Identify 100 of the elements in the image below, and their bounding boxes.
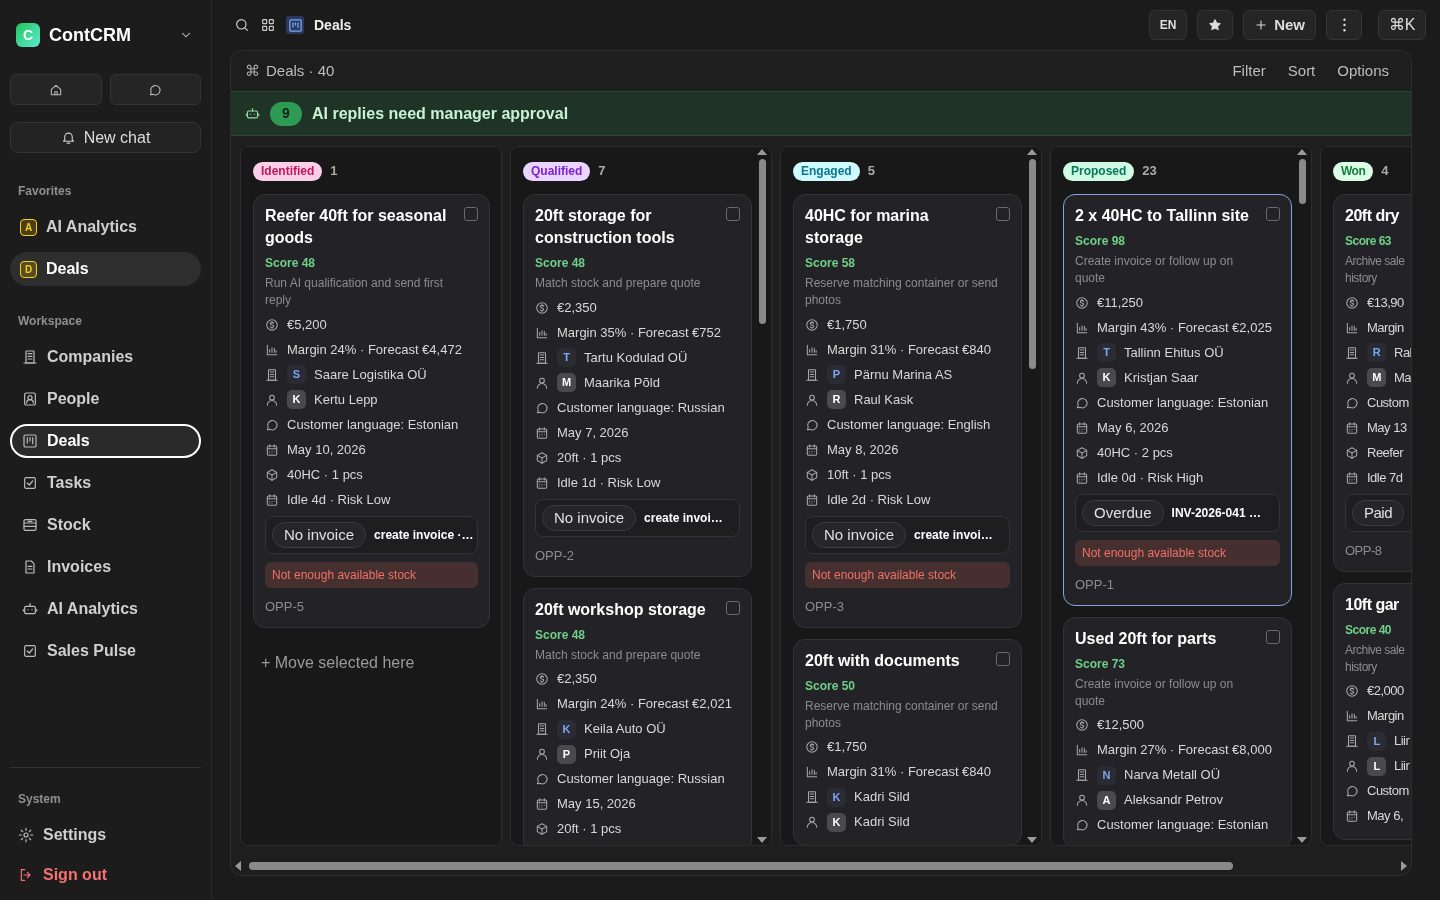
- toolbar-button[interactable]: Filter: [1232, 59, 1266, 83]
- coin-icon: [535, 672, 549, 686]
- calendar-icon: [265, 492, 279, 507]
- checkbox[interactable]: [464, 207, 478, 221]
- score-text: Score 98: [1075, 233, 1127, 250]
- command-button[interactable]: ⌘K: [1378, 10, 1426, 40]
- count-text: 4: [1381, 162, 1388, 181]
- coin-icon: [1345, 684, 1359, 698]
- stock-alert: Not enough available stock: [805, 562, 1010, 588]
- app-name: ContCRM: [49, 23, 132, 47]
- toolbar-button[interactable]: Sort: [1287, 59, 1316, 83]
- nav-item[interactable]: D Deals: [10, 252, 201, 286]
- amount-text: €5,200: [287, 315, 327, 334]
- contact-name: Aleksandr Petrov: [1124, 791, 1223, 810]
- sign-out-link[interactable]: Sign out: [10, 860, 201, 890]
- plus-icon: [1254, 18, 1269, 32]
- units-text: 40HC · 1 pcs: [287, 465, 363, 484]
- checkbox[interactable]: [1266, 207, 1280, 221]
- nav-item[interactable]: AI Analytics: [10, 592, 201, 626]
- toolbar-button[interactable]: Options: [1337, 59, 1389, 83]
- deal-card[interactable]: 20ft dry Score 63 Archive sale history €13,90 Margin R Ral M Ma Custom May 13 Reefer Idle 7d Paid OPP-8: [1333, 194, 1411, 572]
- calendar-icon: [1345, 809, 1359, 823]
- nav-item[interactable]: Deals: [10, 424, 201, 458]
- move-selected-link[interactable]: + Move selected here: [253, 650, 490, 675]
- bell-icon: [60, 130, 76, 145]
- bar-chart-icon: [1345, 709, 1359, 723]
- count-text: 7: [598, 162, 606, 181]
- language-text: Customer language: Russian: [557, 770, 725, 789]
- nav-item[interactable]: Sales Pulse: [10, 634, 201, 668]
- nav-item[interactable]: People: [10, 382, 201, 416]
- invoice-note: create invoice ·…: [374, 527, 474, 544]
- deal-card[interactable]: [253, 194, 490, 628]
- nav-item[interactable]: Stock: [10, 508, 201, 542]
- building-icon: [1075, 768, 1089, 782]
- cube-icon: [805, 467, 819, 482]
- checkbox[interactable]: [726, 207, 740, 221]
- initial-avatar: P: [827, 365, 846, 384]
- count-text: 23: [1142, 162, 1157, 181]
- grid-icon[interactable]: [260, 17, 276, 33]
- calendar-icon: [805, 442, 819, 457]
- initial-avatar: S: [287, 365, 306, 384]
- bar-chart-icon: [535, 325, 549, 340]
- chat-icon: [805, 417, 819, 432]
- stage-badge: Proposed: [1063, 161, 1135, 181]
- margin-text: Margin 31% · Forecast €840: [827, 763, 992, 782]
- archive-icon: [22, 517, 38, 533]
- nav-item[interactable]: A AI Analytics: [10, 210, 201, 244]
- language-text: Customer language: Estonian: [1097, 393, 1269, 412]
- deal-card[interactable]: [523, 194, 752, 577]
- building-icon: [535, 722, 549, 736]
- language-button[interactable]: EN: [1149, 10, 1188, 40]
- checkbox[interactable]: [996, 651, 1010, 666]
- company-name: Kadri Sild: [854, 788, 910, 807]
- margin-text: Margin 24% · Forecast €4,472: [287, 340, 462, 359]
- search-icon[interactable]: [234, 17, 250, 33]
- initial-avatar: L: [1367, 756, 1386, 776]
- checkbox[interactable]: [1266, 629, 1280, 644]
- deal-card[interactable]: 10ft gar Score 40 Archive sale history €2,000 Margin L Liir L Liir Custom May 6,: [1333, 582, 1411, 840]
- deal-card[interactable]: Used 20ft for parts Score 73 Create invoice or follow up on quote €12,500 Margin 27% · Forecast €8,000 N Narva Metall OÜ A Aleksandr Petrov Customer language: Estonian: [1063, 616, 1292, 845]
- company-name: Tallinn Ehitus OÜ: [1124, 343, 1224, 362]
- user-icon: [1075, 793, 1089, 807]
- initial-avatar: T: [1097, 343, 1116, 362]
- checkbox[interactable]: [996, 207, 1010, 221]
- bar-chart-icon: [1075, 743, 1089, 757]
- contact-name: Maarika Põld: [584, 373, 660, 392]
- contact-name: Kertu Lepp: [314, 390, 378, 409]
- nav-item[interactable]: Companies: [10, 340, 201, 374]
- contact-name: Priit Oja: [584, 745, 631, 764]
- date-text: May 6,: [1367, 807, 1403, 826]
- deal-card[interactable]: 20ft with documents Score 50 Reserve matching container or send photos €1,750 Margin 31% · Forecast €840 K Kadri Sild K Kadri Sild: [793, 638, 1022, 845]
- score-text: Score 50: [805, 677, 857, 695]
- coin-icon: [805, 740, 819, 754]
- language-text: Custom: [1367, 782, 1409, 801]
- initial-avatar: N: [1097, 765, 1116, 785]
- bar-chart-icon: [1075, 320, 1089, 335]
- calendar-icon: [805, 492, 819, 507]
- favorite-button[interactable]: [1197, 10, 1234, 40]
- invoice-status: No invoice: [542, 505, 637, 531]
- margin-text: Margin: [1367, 318, 1404, 337]
- new-button[interactable]: New: [1243, 10, 1316, 40]
- nav-item[interactable]: Settings: [10, 820, 201, 850]
- cube-icon: [1075, 445, 1089, 460]
- banner-text: AI replies need manager approval: [312, 103, 569, 124]
- deal-card[interactable]: [793, 194, 1022, 628]
- date-text: May 8, 2026: [827, 440, 899, 459]
- chat-icon: [535, 772, 549, 786]
- new-chat-button[interactable]: New chat: [10, 122, 201, 153]
- nav-item[interactable]: Tasks: [10, 466, 201, 500]
- id-card-icon: [22, 391, 38, 407]
- units-text: 40HC · 2 pcs: [1097, 443, 1173, 462]
- checkbox[interactable]: [726, 600, 740, 615]
- deal-card[interactable]: [1063, 194, 1292, 606]
- card-title: Reefer 40ft for seasonal goods: [265, 206, 448, 248]
- contact-name: Raul Kask: [854, 390, 914, 409]
- amount-text: €13,90: [1367, 293, 1404, 312]
- card-title: 20ft dry: [1345, 206, 1400, 226]
- nav-item[interactable]: Invoices: [10, 550, 201, 584]
- deal-card[interactable]: 20ft workshop storage Score 48 Match stock and prepare quote €2,350 Margin 24% · Forecast €2,021 K Keila Auto OÜ P Priit Oja Customer language: Russian May 15, 2026 20ft · 1 pcs: [523, 587, 752, 845]
- date-text: May 13: [1367, 418, 1407, 437]
- coin-icon: [1075, 718, 1089, 732]
